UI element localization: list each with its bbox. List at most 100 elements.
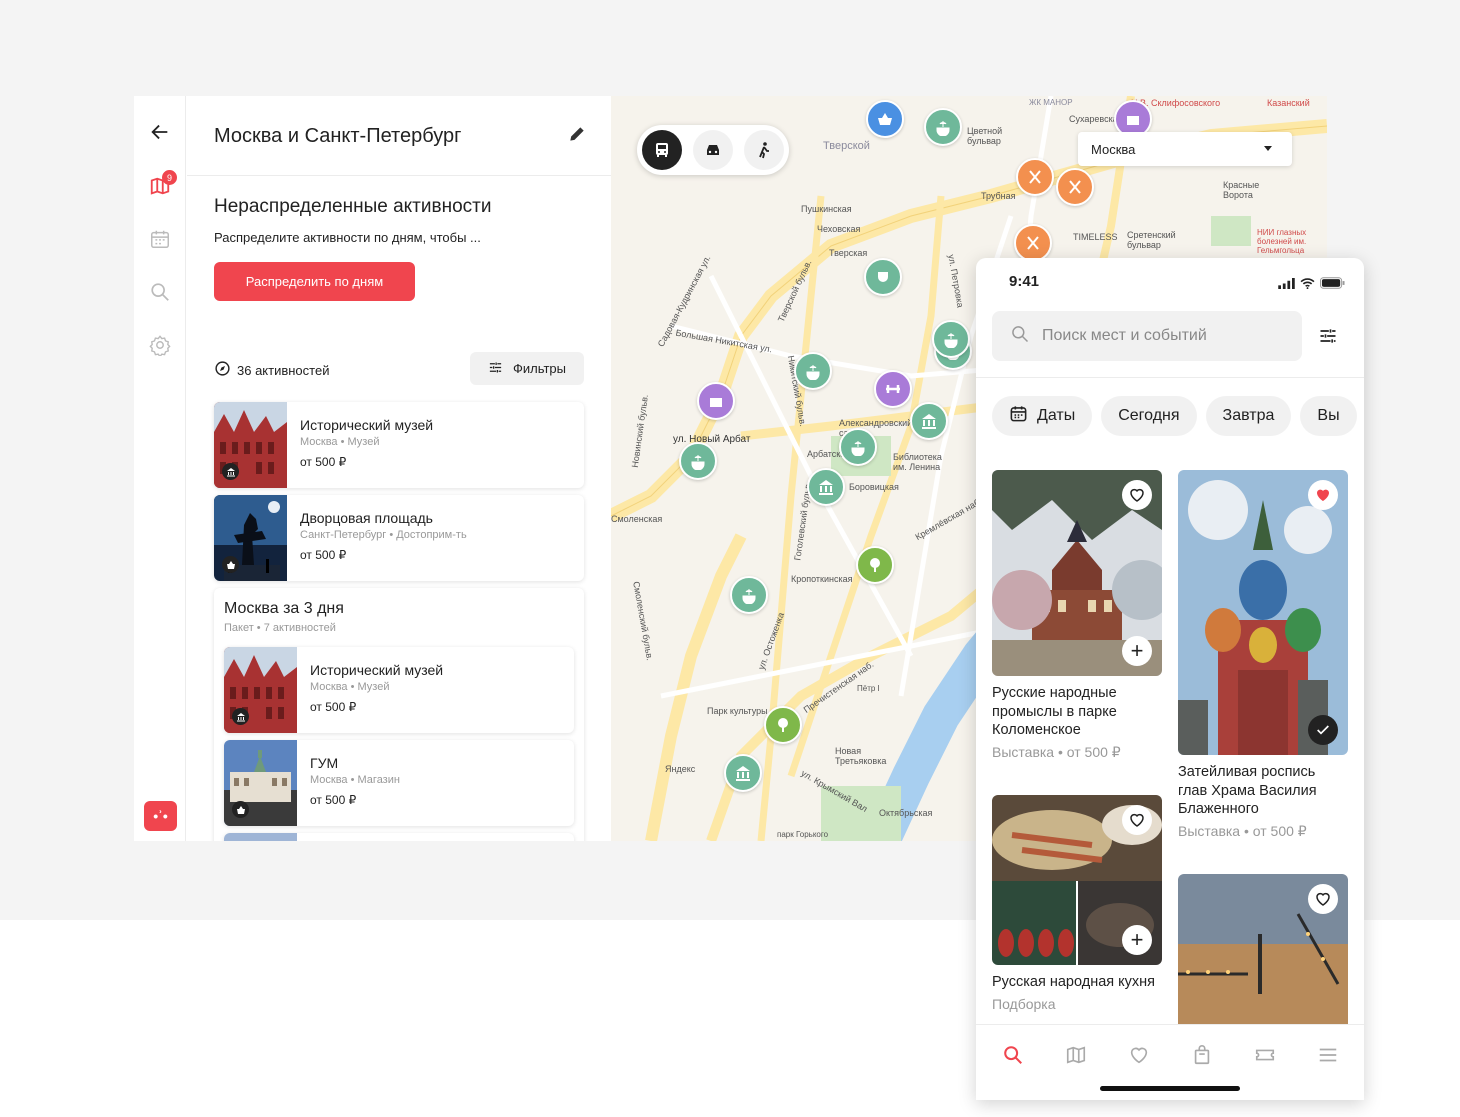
gear-icon[interactable] — [148, 333, 172, 357]
map-label: Сретенский бульвар — [1127, 230, 1176, 250]
chip-weekend[interactable]: Вы — [1300, 396, 1357, 436]
signal-icon — [1278, 276, 1295, 294]
fountain-pin-icon[interactable] — [932, 320, 970, 358]
activity-image — [224, 647, 297, 733]
activity-meta: Москва • Музей — [300, 436, 380, 448]
activity-card[interactable]: Исторический музей Москва • Музей от 500… — [214, 402, 584, 488]
bag-icon[interactable] — [1190, 1043, 1214, 1067]
event-image — [1178, 470, 1348, 755]
restaurant-pin-icon[interactable] — [1014, 224, 1052, 262]
cinema-pin-icon[interactable] — [697, 382, 735, 420]
map-label: Октябрьская — [879, 808, 933, 818]
map-label: Кропоткинская — [791, 574, 853, 584]
museum-icon — [222, 463, 239, 480]
map-label: Чеховская — [817, 224, 861, 234]
battery-icon — [1320, 276, 1345, 294]
event-name: Русские народные промыслы в парке Коломе… — [992, 685, 1117, 738]
filter-sliders-icon[interactable] — [1318, 326, 1338, 346]
menu-icon[interactable] — [1316, 1043, 1340, 1067]
map-label: Парк культуры — [707, 706, 768, 716]
heart-icon[interactable] — [1308, 884, 1338, 914]
activity-image — [224, 833, 297, 841]
activity-card[interactable]: Исторический музей Москва • Музей от 500… — [224, 647, 574, 733]
event-card[interactable]: + Русская народная кухня Подборка — [992, 795, 1162, 1012]
ticket-icon[interactable] — [1253, 1043, 1277, 1067]
event-card[interactable]: Затейливая роспись глав Храма Василия Бл… — [1178, 470, 1348, 840]
trip-title: Москва и Санкт-Петербург — [214, 125, 462, 147]
search-icon[interactable] — [1001, 1043, 1025, 1067]
event-card[interactable]: + Русские народные промыслы в парке Коло… — [992, 470, 1162, 761]
bus-icon[interactable] — [642, 130, 682, 170]
plus-icon[interactable]: + — [1122, 636, 1152, 666]
search-placeholder: Поиск мест и событий — [1042, 327, 1207, 344]
panel-header: Москва и Санкт-Петербург — [187, 96, 611, 176]
section-title: Нераспределенные активности — [214, 196, 492, 217]
fountain-pin-icon[interactable] — [679, 442, 717, 480]
plus-icon[interactable]: + — [1122, 925, 1152, 955]
fountain-pin-icon[interactable] — [839, 428, 877, 466]
museum-pin-icon[interactable] — [724, 754, 762, 792]
filters-label: Фильтры — [512, 361, 566, 376]
divider — [976, 377, 1364, 378]
heart-icon[interactable] — [1122, 480, 1152, 510]
status-icons — [1278, 276, 1345, 294]
event-image: + — [992, 795, 1162, 965]
filters-button[interactable]: Фильтры — [470, 352, 584, 385]
chip-tomorrow[interactable]: Завтра — [1205, 396, 1292, 436]
shop-pin-icon[interactable] — [866, 100, 904, 138]
compass-icon — [214, 360, 231, 380]
car-icon[interactable] — [693, 130, 733, 170]
map-label: НИИ глазных болезней им. Гельмгольца — [1257, 228, 1307, 255]
pencil-icon[interactable] — [567, 124, 587, 144]
heart-icon[interactable] — [1127, 1043, 1151, 1067]
activity-price: от 500 ₽ — [300, 455, 347, 469]
chip-today[interactable]: Сегодня — [1101, 396, 1197, 436]
restaurant-pin-icon[interactable] — [1016, 158, 1054, 196]
activities-count-label: 36 активностей — [237, 362, 330, 378]
museum-pin-icon[interactable] — [910, 402, 948, 440]
heart-icon[interactable] — [1308, 480, 1338, 510]
caret-down-icon — [1264, 146, 1272, 151]
fountain-pin-icon[interactable] — [924, 108, 962, 146]
event-meta: Выставка • от 500 ₽ — [992, 743, 1121, 760]
museum-pin-icon[interactable] — [807, 468, 845, 506]
package-card[interactable]: Москва за 3 дня Пакет • 7 активностей Ис… — [214, 588, 584, 841]
package-subtitle: Пакет • 7 активностей — [224, 622, 336, 634]
activity-title: Дворцовая площадь — [300, 510, 433, 526]
walk-icon[interactable] — [744, 130, 784, 170]
map-label: Пётр I — [857, 684, 880, 693]
theater-pin-icon[interactable] — [864, 258, 902, 296]
home-indicator — [1100, 1086, 1240, 1091]
gym-pin-icon[interactable] — [874, 370, 912, 408]
back-arrow-icon[interactable] — [148, 120, 172, 144]
restaurant-pin-icon[interactable] — [1056, 168, 1094, 206]
basket-icon — [222, 556, 239, 573]
activity-price: от 500 ₽ — [310, 793, 357, 807]
event-card[interactable] — [1178, 874, 1348, 1034]
distribute-button[interactable]: Распределить по дням — [214, 262, 415, 301]
check-icon[interactable] — [1308, 715, 1338, 745]
park-pin-icon[interactable] — [856, 546, 894, 584]
activity-card[interactable]: ГУМ Москва • Магазин от 500 ₽ — [224, 740, 574, 826]
activity-meta: Москва • Музей — [310, 681, 390, 693]
chip-dates[interactable]: Даты — [992, 396, 1093, 436]
fountain-pin-icon[interactable] — [794, 352, 832, 390]
transport-mode-switch — [637, 125, 789, 175]
app-logo[interactable]: •ʾ• — [144, 801, 177, 831]
search-input[interactable]: Поиск мест и событий — [992, 311, 1302, 361]
activities-panel: Москва и Санкт-Петербург Нераспределенны… — [187, 96, 611, 841]
map-label: Тверской — [823, 140, 870, 152]
map-label: Яндекс — [665, 764, 696, 774]
city-select[interactable]: Москва — [1078, 132, 1292, 166]
heart-icon[interactable] — [1122, 805, 1152, 835]
fountain-pin-icon[interactable] — [730, 576, 768, 614]
map-icon[interactable] — [1064, 1043, 1088, 1067]
basket-icon — [232, 801, 249, 818]
map-label: Библиотека им. Ленина — [893, 452, 942, 472]
activity-card[interactable] — [224, 833, 574, 841]
park-pin-icon[interactable] — [764, 706, 802, 744]
activity-card[interactable]: Дворцовая площадь Санкт-Петербург • Дост… — [214, 495, 584, 581]
search-icon[interactable] — [148, 280, 172, 304]
calendar-icon[interactable] — [148, 227, 172, 251]
activity-title: Исторический музей — [310, 662, 444, 678]
